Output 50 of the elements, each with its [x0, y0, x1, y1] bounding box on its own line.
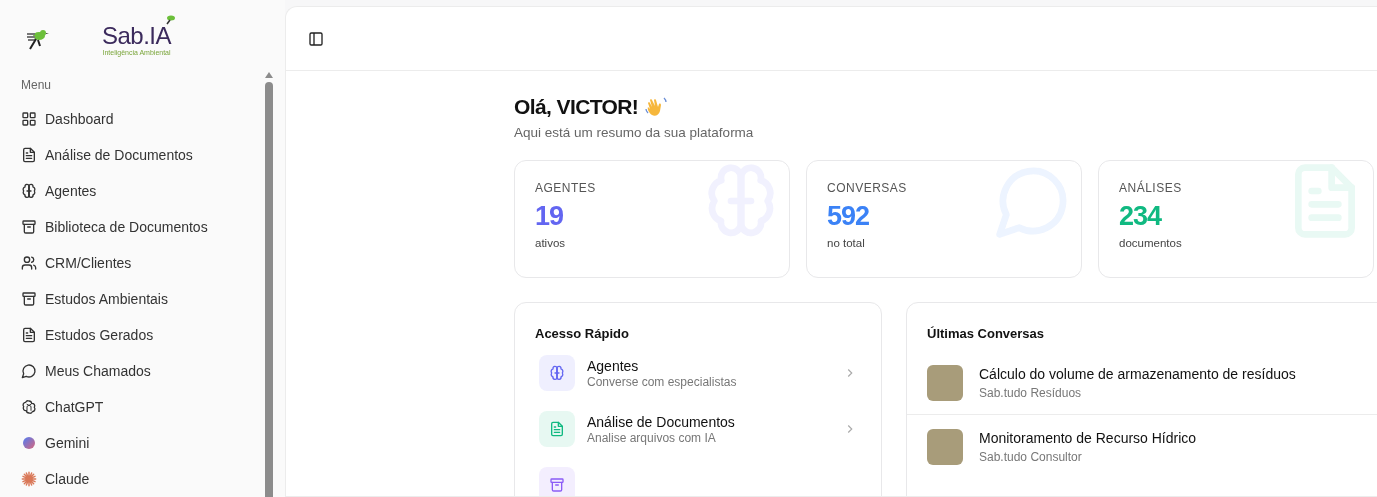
card-title: Últimas Conversas — [926, 325, 1046, 343]
stat-value: 592 — [827, 200, 871, 233]
archive-icon — [549, 477, 565, 493]
conversation-item[interactable]: Monitoramento de Recurso Hídrico Sab.tudo Consultor — [907, 415, 1377, 478]
document-icon — [21, 147, 37, 163]
stat-caption: no total — [827, 237, 866, 249]
photo-placeholder — [927, 365, 963, 401]
photo-placeholder — [927, 429, 963, 465]
menu-section-label: Menu — [20, 78, 53, 94]
waving-hand-icon — [644, 95, 669, 119]
sidebar-item[interactable]: Análise de Documentos — [0, 137, 265, 173]
grid-icon — [21, 111, 37, 127]
greeting-subtitle: Aqui está um resumo da sua plataforma — [514, 125, 755, 140]
sidebar-item[interactable]: Agentes — [0, 173, 265, 209]
scroll-up-arrow-icon[interactable] — [265, 72, 273, 78]
conversation-item[interactable]: Cálculo do volume de armazenamento de resíduos Sab.tudo Resíduos — [907, 355, 1377, 415]
greeting-title: Olá, VICTOR! — [514, 95, 639, 119]
stat-label: AGENTES — [535, 181, 597, 195]
stat-label: CONVERSAS — [827, 181, 908, 195]
brain-icon — [549, 365, 565, 381]
card-title: Acesso Rápido — [534, 325, 630, 343]
sidebar-toggle-icon[interactable] — [308, 30, 324, 47]
archive-icon — [21, 291, 37, 307]
document-icon — [21, 327, 37, 343]
knot-icon — [21, 399, 37, 415]
brain-icon — [21, 183, 37, 199]
logo-text: Sab.IA — [102, 22, 172, 49]
sidebar-item[interactable]: Estudos Gerados — [0, 317, 265, 353]
sidebar-item[interactable]: Estudos Ambientais — [0, 281, 265, 317]
document-icon — [549, 421, 565, 437]
sidebar-item[interactable]: CRM/Clientes — [0, 245, 265, 281]
sidebar-item[interactable]: Claude — [0, 461, 265, 497]
archive-icon — [21, 219, 37, 235]
sidebar-item[interactable]: Meus Chamados — [0, 353, 265, 389]
sidebar-item[interactable]: Biblioteca de Documentos — [0, 209, 265, 245]
stat-label: ANÁLISES — [1119, 181, 1183, 195]
stat-value: 19 — [535, 200, 565, 233]
stat-caption: documentos — [1119, 237, 1183, 249]
starburst-icon — [21, 471, 37, 487]
stat-caption: ativos — [535, 237, 567, 249]
quick-access-item[interactable]: Agentes Converse com especialistas — [539, 355, 857, 391]
sidebar-item[interactable]: ChatGPT — [0, 389, 265, 425]
speech-bubble-icon — [21, 363, 37, 379]
sidebar-item[interactable]: Gemini — [0, 425, 265, 461]
scrollbar[interactable] — [265, 72, 273, 497]
quick-access-item[interactable]: Análise de Documentos Analise arquivos com IA — [539, 411, 857, 447]
gradient-circle-icon — [21, 435, 37, 451]
stat-value: 234 — [1119, 200, 1163, 233]
sidebar-item[interactable]: Dashboard — [0, 101, 265, 137]
users-icon — [21, 255, 37, 271]
